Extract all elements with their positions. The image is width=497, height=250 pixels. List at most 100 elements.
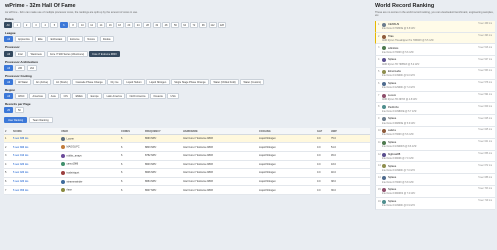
wr-name[interactable]: sdimitsis	[388, 47, 398, 50]
row-user-name[interactable]: camo1986	[67, 163, 79, 166]
user-ranking-button[interactable]: User Ranking	[4, 117, 28, 124]
cores-chip[interactable]: 3	[31, 22, 40, 29]
processor-chip[interactable]: Core i7 Extreme 980X	[88, 50, 121, 57]
wr-name[interactable]: Splave	[388, 58, 396, 61]
table-row[interactable]: 65 sec 422 ms steamerainder 6 8654 MHz Intel…	[4, 177, 370, 187]
list-item[interactable]: 5 ElmorLabs 5 sec 563 ms Intel Core i9 1390…	[375, 68, 495, 80]
wr-name[interactable]: Splave	[388, 200, 396, 203]
table-row[interactable]: 55 sec 422 ms trodetriquet 6 8606 MHz Intel …	[4, 168, 370, 178]
wr-name[interactable]: Lucem	[388, 94, 396, 97]
row-score[interactable]: 5 sec 422 ms	[12, 168, 60, 178]
league-chip[interactable]: Novice	[84, 36, 99, 43]
cores-chip[interactable]: 6	[59, 22, 68, 29]
wr-name[interactable]: Pedrinho	[388, 106, 399, 109]
wr-name[interactable]: ElmorLabs	[388, 70, 401, 73]
row-hardware[interactable]: Intel Core i7 Extreme 980X	[182, 177, 258, 187]
cooling-chip[interactable]: Cascade Phase Change	[72, 78, 107, 85]
cores-chip[interactable]: 64	[180, 22, 189, 29]
cores-chip[interactable]: 28	[143, 22, 152, 29]
list-item[interactable]: 4 Splave 5 sec 547 ms AMD Ryzen TR 7995WX @…	[375, 56, 495, 68]
region-chip[interactable]: Americas	[29, 93, 47, 100]
wr-name[interactable]: Splave	[388, 117, 396, 120]
cores-chip[interactable]: 12	[87, 22, 96, 29]
row-hardware[interactable]: Intel Core i7 Extreme 980X	[182, 142, 258, 152]
cores-chip[interactable]: All	[4, 22, 12, 29]
row-hardware[interactable]: Intel Core i7 Extreme 980X	[182, 160, 258, 170]
records-chip[interactable]: 50	[14, 107, 25, 114]
list-item[interactable]: 15 Splave 5 sec 703 ms Intel Core i9 9900KS…	[375, 185, 495, 198]
region-chip[interactable]: USA	[167, 93, 179, 100]
row-user[interactable]: rlase	[60, 185, 120, 195]
table-row[interactable]: 15 sec 336 ms Lucem 6 8663 MHz Intel Core i7…	[4, 134, 370, 144]
cooling-chip[interactable]: Air (Active)	[32, 78, 52, 85]
cores-chip[interactable]: 112	[208, 22, 217, 29]
cores-chip[interactable]: 18	[115, 22, 124, 29]
list-item[interactable]: 6 Splave 5 sec 578 ms Intel Core i9 12900K …	[375, 79, 495, 92]
row-user[interactable]: steamerainder	[60, 177, 120, 187]
cooling-chip[interactable]: Liquid Nitrogen	[146, 78, 170, 85]
cooling-chip[interactable]: Liquid Helium	[123, 78, 145, 85]
row-user-name[interactable]: MAGOLIFC	[67, 146, 80, 149]
cores-chip[interactable]: 14	[96, 22, 105, 29]
wr-name[interactable]: Splave	[388, 188, 396, 191]
list-item[interactable]: 11 Splave 5 sec 641 ms Intel Core i9 13900K…	[375, 138, 495, 151]
list-item[interactable]: 14 Splave 5 sec 688 ms Intel Core i9 7900X …	[375, 174, 495, 186]
list-item[interactable]: 10 safe1s 5 sec 625 ms Intel Core i9 7960X …	[375, 126, 495, 139]
row-hardware[interactable]: Intel Core i7 Extreme 980X	[182, 134, 258, 144]
wr-name[interactable]: Splave	[388, 141, 396, 144]
row-score[interactable]: 5 sec 422 ms	[12, 177, 60, 187]
cores-chip[interactable]: 16	[106, 22, 115, 29]
cooling-chip[interactable]: All	[4, 78, 14, 85]
league-chip[interactable]: Apprentice	[14, 36, 34, 43]
row-hardware[interactable]: Intel Core i7 Extreme 980X	[182, 185, 258, 195]
table-row[interactable]: 45 sec 422 ms camo1986 6 8603 MHz Intel Core…	[4, 160, 370, 170]
cores-chip[interactable]: 8	[69, 22, 78, 29]
table-row[interactable]: 75 sec 453 ms rlase 6 8607 MHz Intel Core i7…	[4, 185, 370, 195]
wr-name[interactable]: Splave	[388, 82, 396, 85]
wr-name[interactable]: safe1s	[388, 129, 396, 132]
region-chip[interactable]: Asia	[47, 93, 59, 100]
table-row[interactable]: 35 sec 412 ms rubbix_arrays 6 8752 MHz Intel…	[4, 151, 370, 161]
cores-chip[interactable]: 5	[50, 22, 59, 29]
row-user[interactable]: rubbix_arrays	[60, 151, 120, 161]
region-chip[interactable]: EMEA	[72, 93, 87, 100]
processor-chip[interactable]: All	[4, 50, 14, 57]
cooling-chip[interactable]: Dry Ice	[107, 78, 122, 85]
cooling-chip[interactable]: Air (Stock)	[52, 78, 72, 85]
cores-chip[interactable]: 2	[22, 22, 31, 29]
cores-chip[interactable]: 56	[171, 22, 180, 29]
cores-chip[interactable]: 1	[13, 22, 22, 29]
row-user-name[interactable]: trodetriquet	[67, 172, 80, 175]
cores-chip[interactable]: 20	[124, 22, 133, 29]
wr-name[interactable]: Splave	[388, 176, 396, 179]
table-row[interactable]: 25 sec 390 ms MAGOLIFC 6 8803 MHz Intel Core…	[4, 142, 370, 152]
region-chip[interactable]: Europe	[87, 93, 102, 100]
arch-chip[interactable]: x64	[26, 64, 38, 71]
row-user[interactable]: trodetriquet	[60, 168, 120, 178]
row-hardware[interactable]: Intel Core i7 Extreme 980X	[182, 168, 258, 178]
list-item[interactable]: 12 bigboss88 5 sec 656 ms Intel Core i9 990…	[375, 150, 495, 163]
wr-name[interactable]: Splave	[388, 165, 396, 168]
row-user-name[interactable]: rlase	[67, 189, 72, 192]
region-chip[interactable]: CIS	[60, 93, 72, 100]
cores-chip[interactable]: 10	[78, 22, 87, 29]
row-user-name[interactable]: steamerainder	[67, 180, 83, 183]
cores-chip[interactable]: 4	[41, 22, 50, 29]
cores-chip[interactable]: 48	[162, 22, 171, 29]
cores-chip[interactable]: 96	[199, 22, 208, 29]
processor-chip[interactable]: Intel	[14, 50, 26, 57]
list-item[interactable]: 1 CENSUS 5 sec 469 ms Intel Core i9 7980XE …	[375, 20, 495, 33]
region-chip[interactable]: APAC	[14, 93, 28, 100]
region-chip[interactable]: Latin America	[103, 93, 126, 100]
league-chip[interactable]: Elite	[34, 36, 46, 43]
cooling-chip[interactable]: All Water	[14, 78, 32, 85]
cores-chip[interactable]: 32	[152, 22, 161, 29]
row-score[interactable]: 5 sec 336 ms	[12, 134, 60, 144]
list-item[interactable]: 7 Lucem 5 sec 594 ms AMD Ryzen TR 3970X @ 4…	[375, 91, 495, 104]
team-ranking-button[interactable]: Team Ranking	[28, 117, 53, 124]
row-score[interactable]: 5 sec 412 ms	[12, 151, 60, 161]
arch-chip[interactable]: All	[4, 64, 14, 71]
row-user[interactable]: camo1986	[60, 160, 120, 170]
league-chip[interactable]: Enthusiast	[47, 36, 66, 43]
row-hardware[interactable]: Intel Core i7 Extreme 980X	[182, 151, 258, 161]
